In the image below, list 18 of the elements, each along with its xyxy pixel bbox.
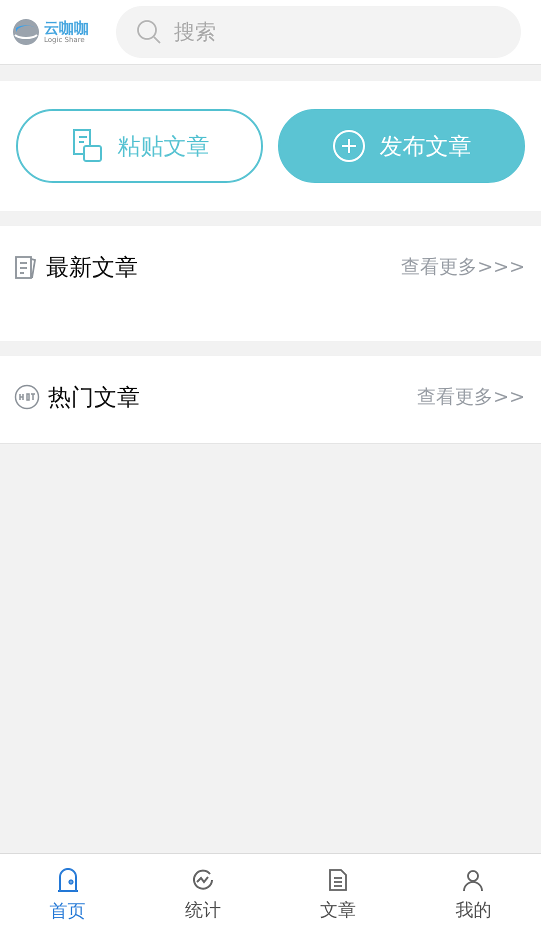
search-field[interactable]: 搜索	[116, 6, 521, 58]
see-more-link[interactable]: 查看更多>>>	[401, 254, 525, 280]
document-icon	[327, 868, 350, 892]
plus-circle-icon	[332, 129, 366, 163]
tab-bar-item[interactable]: 文章	[270, 854, 406, 935]
search-icon	[136, 19, 162, 45]
tab-bar-item[interactable]: 我的	[406, 854, 541, 935]
logo-name: 云咖咖	[44, 20, 89, 36]
see-more-link[interactable]: 查看更多>>	[417, 384, 525, 410]
chart-icon	[190, 868, 215, 892]
hot-icon	[14, 384, 40, 410]
person-icon	[461, 868, 486, 892]
section-title: 热门文章	[48, 384, 141, 412]
section-title: 最新文章	[46, 254, 139, 282]
globe-logo-icon	[12, 18, 40, 46]
tab-bar-item[interactable]: 首页	[0, 854, 136, 935]
tab-bar-item[interactable]: 统计	[135, 854, 270, 935]
document-icon	[14, 254, 38, 280]
